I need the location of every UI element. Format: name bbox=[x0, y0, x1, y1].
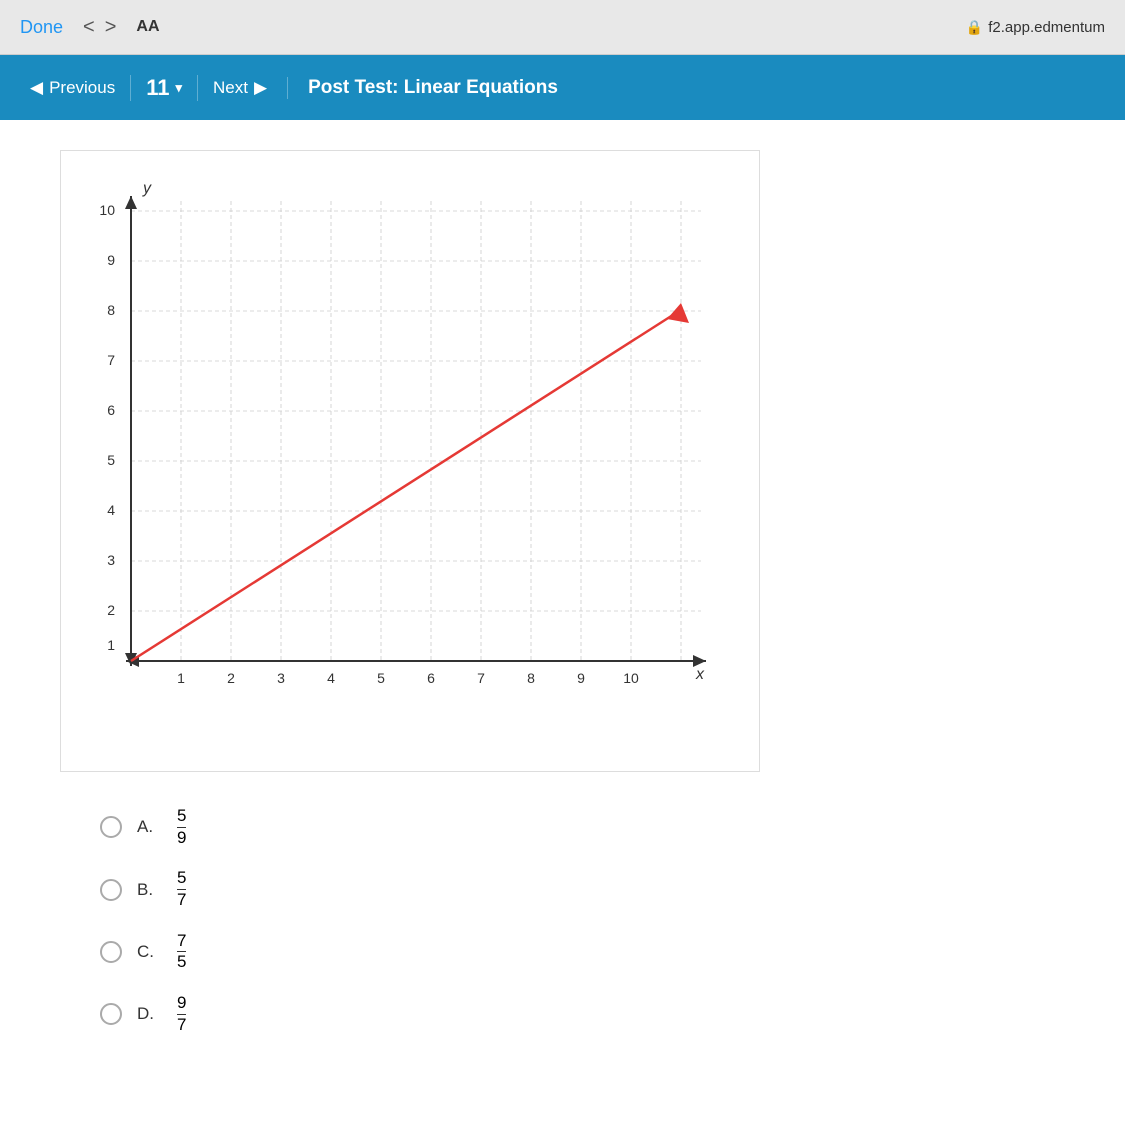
svg-text:2: 2 bbox=[107, 602, 115, 618]
option-c-radio[interactable] bbox=[100, 941, 122, 963]
page-title: Post Test: Linear Equations bbox=[287, 77, 578, 99]
option-c-fraction: 7 5 bbox=[177, 932, 186, 972]
answer-options: A. 5 9 B. 5 7 C. 7 5 bbox=[100, 807, 1065, 1035]
svg-text:6: 6 bbox=[107, 402, 115, 418]
svg-text:1: 1 bbox=[107, 637, 115, 653]
svg-text:10: 10 bbox=[623, 670, 639, 686]
nav-bar: ◀ Previous 11 ▾ Next ▶ Post Test: Linear… bbox=[0, 55, 1125, 120]
previous-label: Previous bbox=[49, 78, 115, 98]
svg-text:5: 5 bbox=[107, 452, 115, 468]
svg-text:9: 9 bbox=[107, 252, 115, 268]
option-b-denominator: 7 bbox=[177, 890, 186, 910]
previous-button[interactable]: ◀ Previous bbox=[15, 78, 130, 98]
question-number: 11 bbox=[146, 75, 169, 101]
option-a-denominator: 9 bbox=[177, 828, 186, 848]
browser-navigation: < > bbox=[83, 16, 116, 39]
svg-text:3: 3 bbox=[277, 670, 285, 686]
lock-icon: 🔒 bbox=[966, 19, 983, 36]
svg-text:10: 10 bbox=[99, 202, 115, 218]
option-d-row: D. 9 7 bbox=[100, 994, 1065, 1034]
next-icon: ▶ bbox=[254, 78, 267, 98]
option-a-fraction: 5 9 bbox=[177, 807, 186, 847]
svg-text:2: 2 bbox=[227, 670, 235, 686]
svg-text:8: 8 bbox=[107, 302, 115, 318]
text-size-button[interactable]: AA bbox=[136, 18, 159, 36]
option-c-denominator: 5 bbox=[177, 952, 186, 972]
browser-bar: Done < > AA 🔒 f2.app.edmentum bbox=[0, 0, 1125, 55]
svg-text:8: 8 bbox=[527, 670, 535, 686]
option-a-row: A. 5 9 bbox=[100, 807, 1065, 847]
option-a-radio[interactable] bbox=[100, 816, 122, 838]
svg-text:x: x bbox=[695, 666, 705, 683]
svg-text:6: 6 bbox=[427, 670, 435, 686]
option-d-denominator: 7 bbox=[177, 1015, 186, 1035]
option-d-radio[interactable] bbox=[100, 1003, 122, 1025]
nav-back-button[interactable]: < bbox=[83, 16, 95, 39]
option-b-label: B. bbox=[137, 880, 162, 900]
option-b-numerator: 5 bbox=[177, 869, 186, 890]
option-c-label: C. bbox=[137, 942, 162, 962]
option-a-label: A. bbox=[137, 817, 162, 837]
previous-icon: ◀ bbox=[30, 78, 43, 98]
option-d-fraction: 9 7 bbox=[177, 994, 186, 1034]
graph-container: 10 9 8 7 6 5 4 3 2 1 1 2 3 4 5 6 7 8 9 bbox=[60, 150, 760, 772]
next-button[interactable]: Next ▶ bbox=[198, 78, 282, 98]
option-b-radio[interactable] bbox=[100, 879, 122, 901]
svg-text:7: 7 bbox=[477, 670, 485, 686]
svg-text:3: 3 bbox=[107, 552, 115, 568]
option-c-numerator: 7 bbox=[177, 932, 186, 953]
option-d-label: D. bbox=[137, 1004, 162, 1024]
option-c-row: C. 7 5 bbox=[100, 932, 1065, 972]
option-b-row: B. 5 7 bbox=[100, 869, 1065, 909]
option-d-numerator: 9 bbox=[177, 994, 186, 1015]
done-button[interactable]: Done bbox=[20, 17, 63, 38]
svg-text:y: y bbox=[142, 180, 152, 197]
browser-frame: Done < > AA 🔒 f2.app.edmentum ◀ Previous… bbox=[0, 0, 1125, 1125]
question-number-display[interactable]: 11 ▾ bbox=[130, 75, 198, 101]
url-bar[interactable]: 🔒 f2.app.edmentum bbox=[966, 19, 1105, 36]
coordinate-graph: 10 9 8 7 6 5 4 3 2 1 1 2 3 4 5 6 7 8 9 bbox=[71, 171, 731, 751]
svg-text:1: 1 bbox=[177, 670, 185, 686]
next-label: Next bbox=[213, 78, 248, 98]
svg-text:5: 5 bbox=[377, 670, 385, 686]
svg-text:9: 9 bbox=[577, 670, 585, 686]
svg-text:4: 4 bbox=[327, 670, 335, 686]
svg-text:7: 7 bbox=[107, 352, 115, 368]
svg-text:4: 4 bbox=[107, 502, 115, 518]
url-text: f2.app.edmentum bbox=[988, 19, 1105, 36]
option-a-numerator: 5 bbox=[177, 807, 186, 828]
option-b-fraction: 5 7 bbox=[177, 869, 186, 909]
nav-forward-button[interactable]: > bbox=[105, 16, 117, 39]
content-area: 10 9 8 7 6 5 4 3 2 1 1 2 3 4 5 6 7 8 9 bbox=[0, 120, 1125, 1125]
question-dropdown-icon: ▾ bbox=[175, 80, 182, 96]
